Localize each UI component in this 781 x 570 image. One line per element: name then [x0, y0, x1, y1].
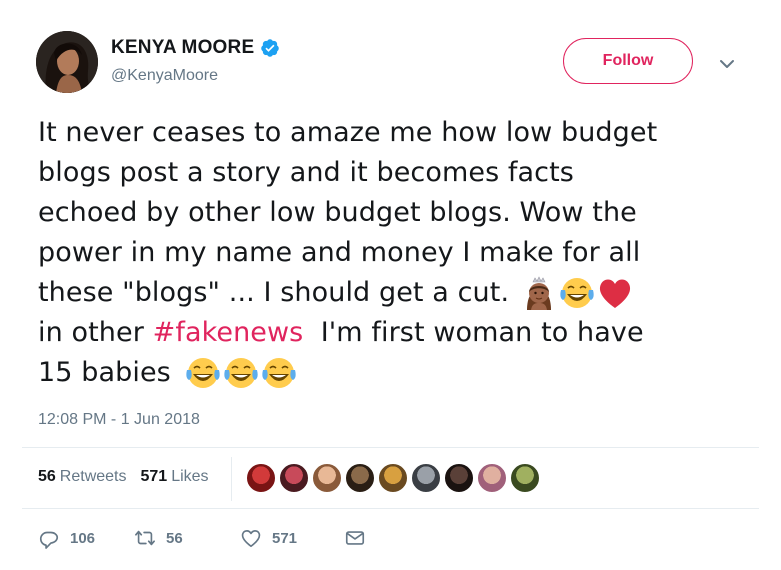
retweets-label: Retweets: [59, 468, 127, 485]
retweet-count: 56: [166, 529, 183, 547]
liker-avatar[interactable]: [312, 463, 342, 493]
liker-avatar[interactable]: [477, 463, 507, 493]
profile-photo-icon: [36, 31, 98, 93]
retweet-button[interactable]: 56: [134, 527, 240, 549]
reply-count: 106: [70, 529, 96, 547]
tweet-timestamp[interactable]: 12:08 PM - 1 Jun 2018: [38, 411, 200, 429]
like-count: 571: [272, 529, 298, 547]
tweet-line-with-hashtag: in other #fakenews I'm first woman to ha…: [38, 313, 748, 353]
tweet-line-with-emoji: these "blogs" ... I should get a cut.: [38, 273, 748, 313]
reply-button[interactable]: 106: [38, 527, 134, 549]
direct-message-button[interactable]: [344, 527, 376, 549]
tweet-actions: 106 56 571: [38, 527, 376, 549]
divider: [22, 447, 759, 448]
liker-avatar[interactable]: [378, 463, 408, 493]
red-heart-emoji-icon: [597, 276, 633, 310]
tweet-line: It never ceases to amaze me how low budg…: [38, 117, 658, 148]
tweet-line-text: 15 babies: [38, 357, 171, 388]
display-name[interactable]: KENYA MOORE: [111, 37, 254, 59]
retweets-stat[interactable]: 56 Retweets: [38, 468, 127, 486]
liker-avatar[interactable]: [510, 463, 540, 493]
tweet-line-text: in other: [38, 317, 153, 348]
tears-of-joy-emoji-icon: [559, 276, 595, 310]
tears-of-joy-emoji-icon: [185, 356, 221, 390]
tears-of-joy-emoji-icon: [261, 356, 297, 390]
retweets-count: 56: [38, 468, 56, 485]
princess-emoji-icon: [521, 276, 557, 310]
liker-avatar[interactable]: [444, 463, 474, 493]
tweet-line: blogs post a story and it becomes facts: [38, 157, 574, 188]
tweet-text: It never ceases to amaze me how low budg…: [38, 113, 748, 393]
envelope-icon: [345, 531, 365, 545]
like-button[interactable]: 571: [240, 527, 344, 549]
tweet-line: echoed by other low budget blogs. Wow th…: [38, 197, 637, 228]
retweet-icon: [135, 530, 155, 546]
tweet-line-text: these "blogs" ... I should get a cut.: [38, 277, 510, 308]
liker-avatar[interactable]: [345, 463, 375, 493]
stats-separator: [231, 457, 232, 501]
liker-avatar[interactable]: [279, 463, 309, 493]
liker-avatar[interactable]: [411, 463, 441, 493]
chevron-down-icon[interactable]: [719, 55, 735, 68]
avatar[interactable]: [36, 31, 98, 93]
follow-button[interactable]: Follow: [563, 38, 693, 84]
tears-of-joy-emoji-icon: [223, 356, 259, 390]
hashtag-link[interactable]: #fakenews: [153, 313, 304, 353]
user-handle[interactable]: @KenyaMoore: [111, 67, 218, 85]
likes-count: 571: [140, 468, 168, 485]
liker-avatar[interactable]: [246, 463, 276, 493]
verified-badge-icon: [260, 38, 280, 58]
reply-icon: [39, 531, 59, 549]
liker-avatars: [246, 463, 543, 493]
likes-label: Likes: [171, 468, 209, 485]
tweet-line-text: I'm first woman to have: [303, 317, 644, 348]
divider: [22, 508, 759, 509]
tweet-line-with-emoji: 15 babies: [38, 353, 748, 393]
heart-icon: [241, 530, 261, 548]
tweet-stats: 56 Retweets 571 Likes: [38, 468, 223, 486]
likes-stat[interactable]: 571 Likes: [141, 468, 209, 486]
user-name-row: KENYA MOORE: [111, 37, 280, 59]
tweet-line: power in my name and money I make for al…: [38, 237, 641, 268]
